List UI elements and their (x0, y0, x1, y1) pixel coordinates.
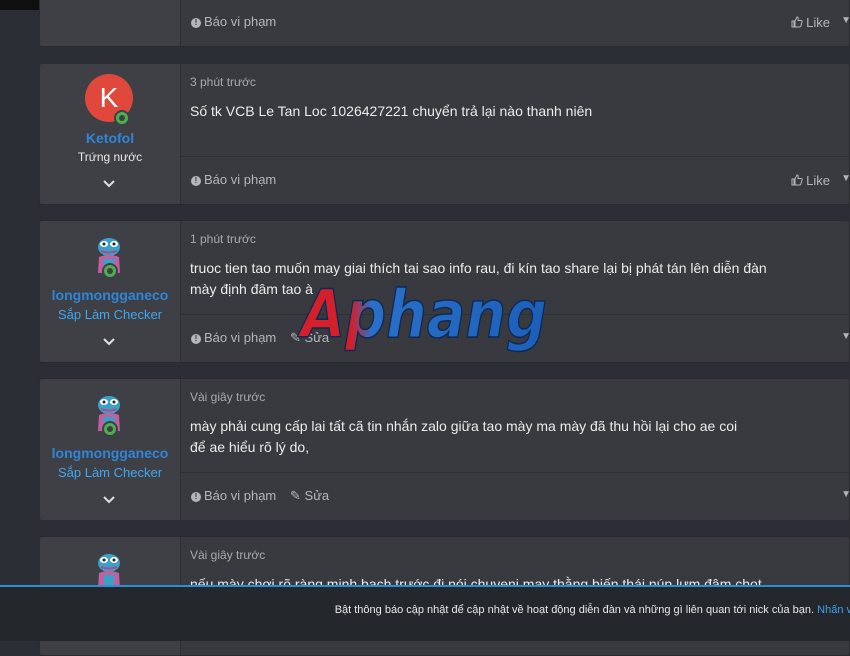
caret-icon[interactable]: ▼ (841, 15, 849, 26)
post-time[interactable]: 3 phút trước (190, 75, 256, 89)
post-time[interactable]: Vài giây trước (190, 548, 265, 562)
user-title: Sắp Làm Checker (57, 307, 163, 322)
online-status-icon (102, 263, 118, 279)
watermark-text: Aphang (297, 277, 547, 353)
post-user-column: K Ketofol Trứng nước (40, 64, 181, 204)
caret-icon[interactable]: ▼ (841, 489, 849, 500)
thumbs-up-icon (791, 16, 803, 28)
chevron-down-icon[interactable] (102, 337, 116, 347)
post-time[interactable]: Vài giây trước (190, 390, 265, 404)
post-footer: !Báo vi phạm Like ▼ (181, 156, 849, 204)
notification-link[interactable]: Nhấn v (817, 604, 850, 616)
info-icon: ! (191, 18, 201, 28)
user-title: Sắp Làm Checker (57, 465, 163, 480)
report-link[interactable]: ! Báo vi phạm (191, 172, 276, 187)
caret-icon[interactable]: ▼ (841, 331, 849, 342)
post-1: K Ketofol Trứng nước 3 phút trước Số tk … (39, 63, 850, 205)
online-status-icon (114, 110, 130, 126)
post-message: Số tk VCB Le Tan Loc 1026427221 chuyển t… (190, 101, 789, 122)
caret-icon[interactable]: ▼ (841, 173, 849, 184)
post-time[interactable]: 1 phút trước (190, 232, 256, 246)
like-button[interactable]: Like (791, 15, 830, 30)
username[interactable]: longmongganeco (40, 287, 180, 303)
like-button[interactable]: Like (791, 173, 830, 188)
post-3: longmongganeco Sắp Làm Checker Vài giây … (39, 378, 850, 521)
post-content: Vài giây trước mày phải cung cấp lai tất… (181, 379, 849, 520)
post-content: 3 phút trước Số tk VCB Le Tan Loc 102642… (181, 64, 849, 204)
post-user-column: longmongganeco Sắp Làm Checker (40, 221, 181, 362)
username[interactable]: longmongganeco (40, 445, 180, 461)
message-line: truoc tien tao muốn may giai thích tai s… (190, 260, 767, 276)
report-link[interactable]: ! Báo vi phạm (191, 488, 276, 503)
report-link[interactable]: ! Báo vi phạm (191, 14, 276, 29)
message-line: mày phải cung cấp lai tất cã tin nhắn za… (190, 418, 738, 434)
aphang-watermark-logo: Aphang (297, 277, 548, 354)
user-title: Trứng nước (77, 150, 143, 164)
username[interactable]: Ketofol (40, 130, 180, 146)
message-line: để ae hiểu rõ lý do, (190, 439, 310, 455)
pencil-icon: ✎ (290, 488, 301, 503)
notification-text: Bật thông báo cập nhật để cập nhật về ho… (334, 604, 850, 616)
chevron-down-icon[interactable] (102, 179, 116, 189)
post-message: mày phải cung cấp lai tất cã tin nhắn za… (190, 416, 789, 458)
post-0: !Báo vi phạm Like ▼ (39, 0, 850, 47)
post-user-column: longmongganeco Sắp Làm Checker (40, 379, 181, 520)
report-link[interactable]: ! Báo vi phạm (191, 330, 276, 345)
post-content: !Báo vi phạm Like ▼ (181, 0, 849, 46)
message-line: Số tk VCB Le Tan Loc 1026427221 chuyển t… (190, 103, 593, 119)
thumbs-up-icon (791, 174, 803, 186)
chevron-down-icon[interactable] (102, 495, 116, 505)
post-user-column (40, 0, 181, 46)
online-status-icon (102, 421, 118, 437)
notification-banner: Bật thông báo cập nhật để cập nhật về ho… (0, 585, 850, 641)
post-footer: !Báo vi phạm ✎ Sửa ▼ (181, 472, 849, 520)
info-icon: ! (191, 334, 201, 344)
info-icon: ! (191, 492, 201, 502)
edit-link[interactable]: ✎ Sửa (290, 488, 329, 504)
post-footer: !Báo vi phạm Like ▼ (181, 0, 849, 46)
info-icon: ! (191, 176, 201, 186)
